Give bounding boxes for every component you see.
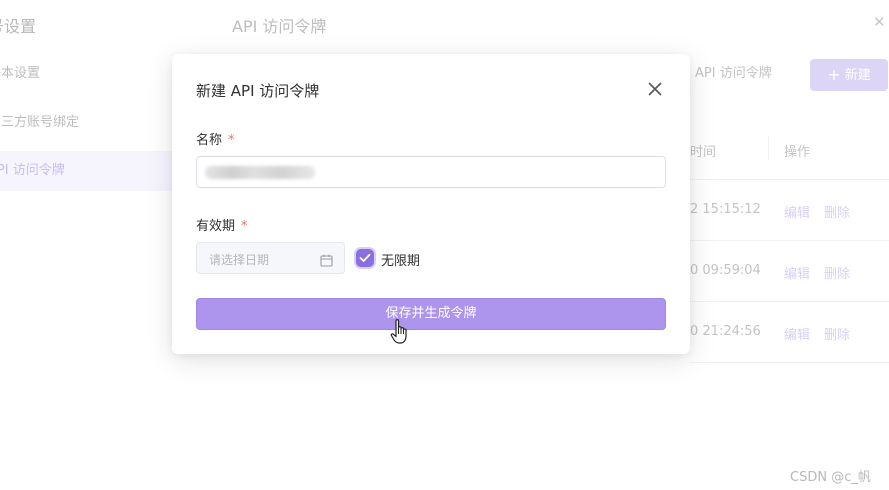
no-expiry-checkbox[interactable] — [356, 249, 374, 267]
row-divider — [690, 240, 889, 241]
name-input[interactable] — [196, 156, 666, 188]
row-divider — [690, 362, 889, 363]
plus-icon: + — [827, 65, 841, 84]
row-time: 0 21:24:56 — [690, 324, 761, 339]
column-header-actions: 操作 — [784, 145, 811, 160]
required-mark: * — [241, 219, 248, 234]
watermark: CSDN @c_帆 — [790, 470, 871, 485]
row-delete-link[interactable]: 删除 — [824, 263, 850, 282]
row-edit-link[interactable]: 编辑 — [784, 324, 810, 343]
date-placeholder: 请选择日期 — [209, 253, 270, 267]
name-label-text: 名称 — [196, 133, 223, 148]
dialog-title: 新建 API 访问令牌 — [196, 82, 320, 100]
column-header-time: 时间 — [690, 145, 717, 160]
section-label: API 访问令牌 — [695, 66, 772, 81]
name-label: 名称 * — [196, 129, 235, 148]
check-icon — [359, 253, 371, 262]
expiry-label-text: 有效期 — [196, 219, 236, 234]
page-close-icon[interactable]: ✕ — [873, 13, 886, 31]
expiry-date-picker[interactable]: 请选择日期 — [196, 242, 345, 274]
new-button-label: 新建 — [844, 68, 871, 83]
new-token-button[interactable]: + 新建 — [810, 59, 888, 91]
calendar-icon — [320, 252, 333, 271]
row-divider — [690, 179, 889, 180]
close-icon[interactable] — [646, 80, 664, 98]
expiry-label: 有效期 * — [196, 215, 248, 234]
page-title: API 访问令牌 — [232, 17, 327, 36]
redacted-value — [205, 166, 315, 179]
row-time: 2 15:15:12 — [690, 202, 761, 217]
row-edit-link[interactable]: 编辑 — [784, 263, 810, 282]
row-delete-link[interactable]: 删除 — [824, 202, 850, 221]
row-edit-link[interactable]: 编辑 — [784, 202, 810, 221]
row-delete-link[interactable]: 删除 — [824, 324, 850, 343]
required-mark: * — [228, 133, 235, 148]
no-expiry-label[interactable]: 无限期 — [381, 250, 420, 269]
sidebar-title: 号设置 — [0, 17, 37, 36]
row-time: 0 09:59:04 — [690, 263, 761, 278]
save-generate-button[interactable]: 保存并生成令牌 — [196, 298, 666, 330]
column-divider — [768, 136, 769, 160]
new-token-dialog: 新建 API 访问令牌 名称 * 有效期 * 请选择日期 无限期 保存并生成令牌 — [172, 54, 690, 354]
hand-pointer-cursor — [390, 318, 410, 350]
row-divider — [690, 301, 889, 302]
